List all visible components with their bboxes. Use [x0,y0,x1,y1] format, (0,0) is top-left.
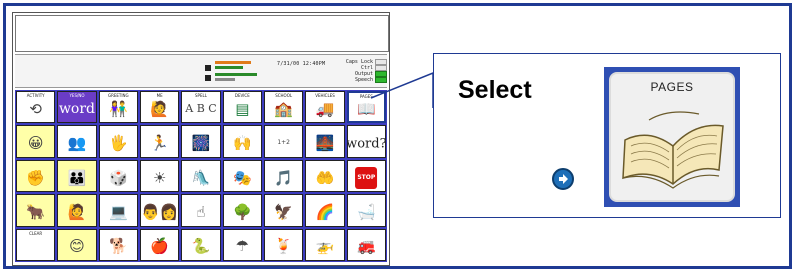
instruction-text: Select [458,76,532,104]
pages-key-label: PAGES [650,80,694,94]
pages-key-zoom: PAGES [604,67,740,207]
arrow-right-icon [552,168,574,190]
callout-box: Select PAGES [433,53,781,218]
open-book-icon [622,111,724,189]
